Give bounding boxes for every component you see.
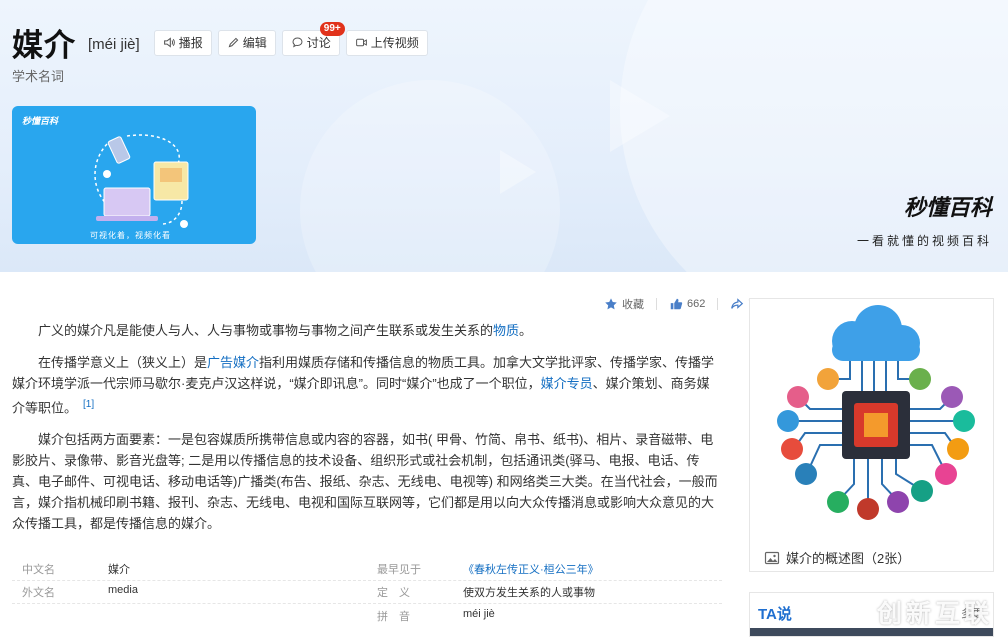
comment-icon — [292, 37, 303, 48]
album-caption-text: 媒介的概述图（2张） — [786, 551, 911, 566]
summary-album[interactable]: 媒介的概述图（2张） — [749, 298, 994, 572]
pencil-icon — [228, 37, 239, 48]
info-row: 外文名 media 定 义 使双方发生关系的人或事物 — [12, 581, 722, 604]
star-icon — [605, 298, 617, 310]
summary-paragraph-1: 广义的媒介凡是能使人与人、人与事物或事物与事物之间产生联系或发生关系的物质。 — [38, 323, 533, 338]
album-caption[interactable]: 媒介的概述图（2张） — [764, 548, 910, 567]
lemma-subtitle: 学术名词 — [12, 69, 65, 84]
watermark-text: 创新互联 — [876, 600, 993, 628]
title-row: 媒介 [méi jiè] 播报 编辑 讨论 99+ 上传视频 — [12, 20, 434, 65]
lemma-stats: 收藏 662 74 — [604, 296, 773, 312]
header-actions: 播报 编辑 讨论 99+ 上传视频 — [153, 21, 434, 56]
cloud-chip-illustration — [777, 305, 975, 520]
album-cover-image[interactable] — [750, 299, 993, 539]
summary-paragraph-2: 在传播学意义上（狭义上）是广告媒介指利用媒质存储和传播信息的物质工具。加拿大文学… — [12, 355, 715, 416]
edit-label: 编辑 — [242, 36, 267, 50]
info-row: 中文名 媒介 最早见于 《春秋左传正义·桓公三年》 — [12, 558, 722, 581]
summary-paragraph-3: 媒介包括两方面要素：一是包容媒质所携带信息或内容的容器，如书( 甲骨、竹简、帛书… — [12, 432, 718, 532]
upload-video-label: 上传视频 — [370, 36, 419, 50]
basic-info-box: 中文名 媒介 最早见于 《春秋左传正义·桓公三年》 外文名 media 定 义 … — [12, 558, 722, 627]
broadcast-button[interactable]: 播报 — [153, 29, 212, 56]
info-label: 外文名 — [22, 587, 55, 599]
favorite-button[interactable]: 收藏 — [604, 296, 644, 312]
info-row: 拼 音 méi jiè — [12, 604, 722, 627]
image-gallery-icon — [764, 551, 780, 564]
info-label: 拼 音 — [377, 610, 410, 623]
info-label: 最早见于 — [377, 564, 421, 576]
info-value: media — [108, 584, 138, 596]
title-pinyin: [méi jiè] — [88, 36, 140, 53]
like-count: 662 — [687, 298, 706, 310]
link-media-specialist[interactable]: 媒介专员 — [541, 376, 593, 391]
media-devices-illustration — [94, 134, 189, 228]
upload-video-button[interactable]: 上传视频 — [345, 29, 428, 56]
lemma-header-banner: 媒介 [méi jiè] 播报 编辑 讨论 99+ 上传视频 学术名词 秒懂百科… — [0, 0, 1008, 272]
video-thumbnail[interactable]: 秒懂百科 可视化着，视频化看 — [12, 106, 256, 244]
info-value: 媒介 — [108, 564, 130, 576]
stats-divider — [717, 298, 719, 310]
brand-logo: 秒懂百科 — [903, 195, 992, 220]
info-value: 使双方发生关系的人或事物 — [463, 587, 595, 599]
edit-button[interactable]: 编辑 — [217, 29, 276, 56]
stats-divider — [656, 298, 657, 310]
speaker-icon — [163, 37, 175, 48]
video-camera-icon — [355, 38, 367, 47]
link-wuzhi[interactable]: 物质 — [493, 323, 519, 338]
lemma-summary: 广义的媒介凡是能使人与人、人与事物或事物与事物之间产生联系或发生关系的物质。 在… — [12, 320, 722, 545]
like-button[interactable]: 662 — [669, 297, 705, 311]
info-label: 中文名 — [22, 564, 55, 576]
page-title: 媒介 — [12, 28, 76, 64]
info-value: méi jiè — [463, 607, 495, 620]
link-ad-media[interactable]: 广告媒介 — [207, 355, 259, 370]
thumbs-up-icon — [670, 298, 683, 310]
site-watermark: CHUANG LI SHU 创新互联 — [800, 572, 1005, 636]
discuss-label: 讨论 — [306, 36, 331, 50]
broadcast-label: 播报 — [178, 36, 203, 50]
info-value-link[interactable]: 《春秋左传正义·桓公三年》 — [463, 561, 599, 577]
share-icon — [731, 298, 744, 309]
ta-says-label: TA说 — [758, 606, 792, 623]
info-label: 定 义 — [377, 587, 410, 599]
video-caption: 可视化着，视频化看 — [90, 231, 171, 240]
discuss-count-badge: 99+ — [319, 21, 345, 36]
favorite-label: 收藏 — [622, 299, 644, 311]
brand-slogan: 一看就懂的视频百科 — [856, 234, 992, 248]
brand-block: 秒懂百科 一看就懂的视频百科 — [857, 190, 992, 249]
watermark-latin: CHUANG LI SHU — [877, 576, 991, 588]
discuss-button[interactable]: 讨论 99+ — [281, 21, 345, 56]
reference-1[interactable]: [1] — [83, 399, 94, 410]
